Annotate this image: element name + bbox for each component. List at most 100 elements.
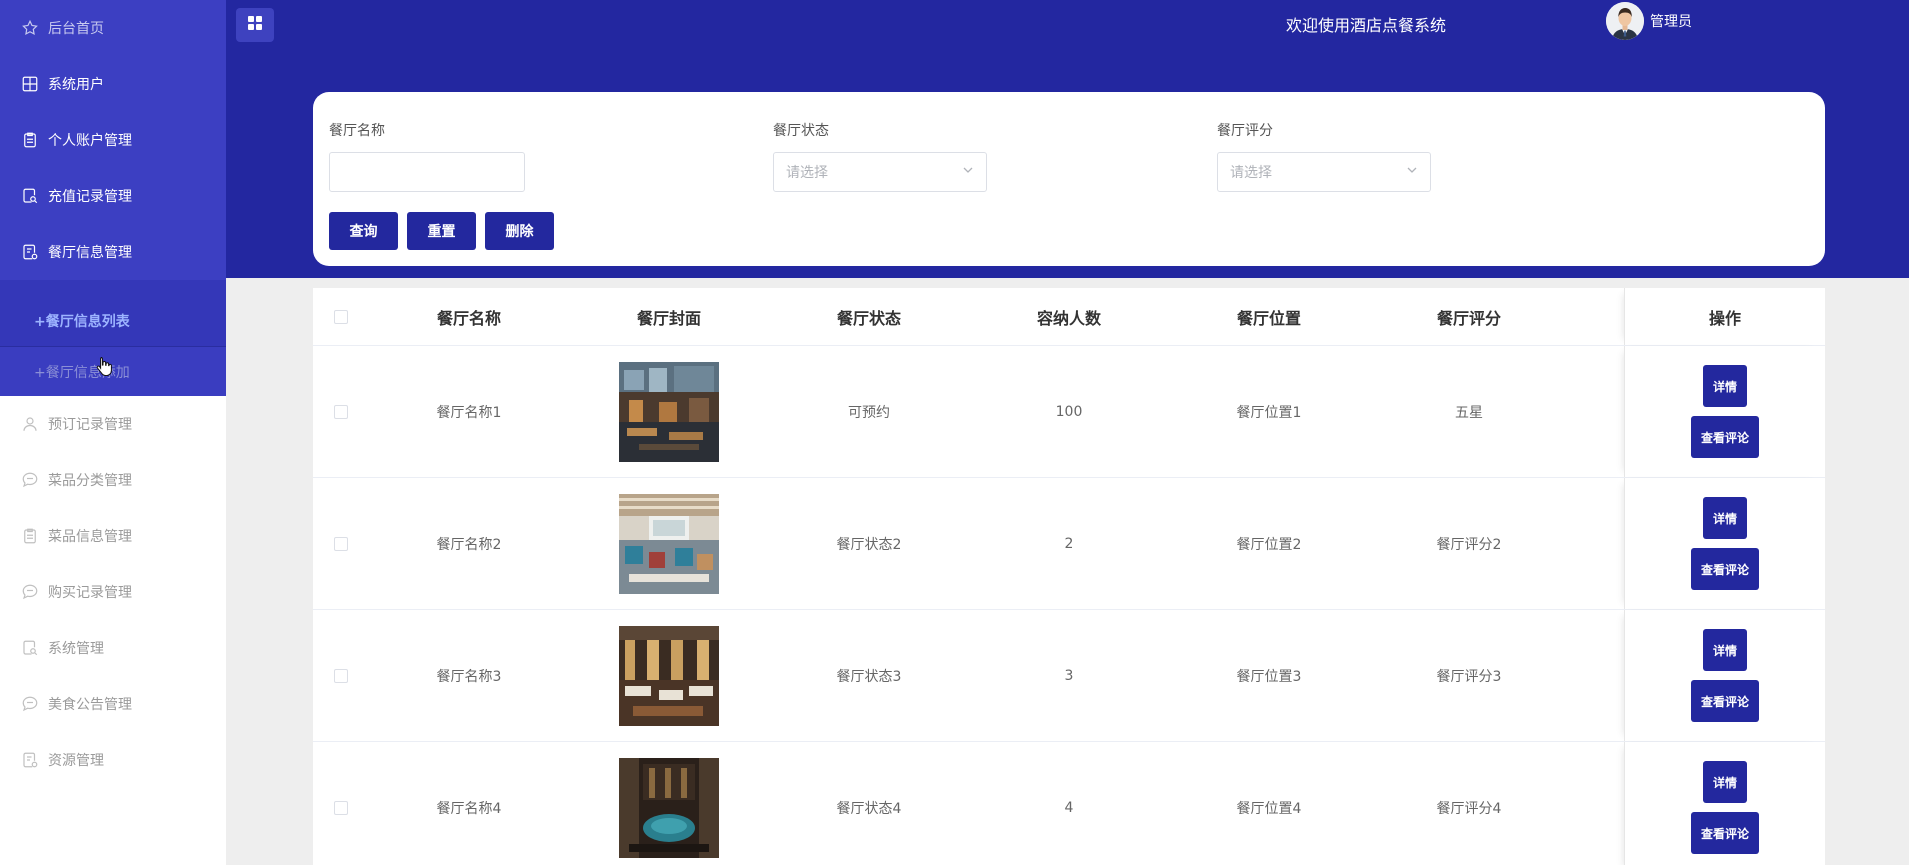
row-actions: 详情 查看评论 [1624,742,1825,865]
row-actions: 详情 查看评论 [1624,346,1825,477]
sidebar-item-restaurant[interactable]: 餐厅信息管理 [0,224,226,280]
column-header: 餐厅状态 [836,308,901,328]
restaurant-status-cell: 餐厅状态2 [836,536,902,553]
sidebar-item-resources[interactable]: 资源管理 [0,732,226,788]
column-header: 容纳人数 [1036,308,1101,328]
search-actions: 查询 重置 删除 [329,212,554,250]
avatar [1606,2,1644,40]
row-actions: 详情 查看评论 [1624,610,1825,741]
restaurant-status-cell: 餐厅状态3 [836,668,902,685]
sidebar-item-label: 菜品信息管理 [48,529,132,545]
sidebar-top-group: 后台首页 系统用户 个人账户管理 充值记录管理 餐厅信息管理 +餐厅信息列表 +… [0,0,226,396]
sidebar-item-label: 购买记录管理 [48,585,132,601]
sidebar-item-system-users[interactable]: 系统用户 [0,56,226,112]
row-actions: 详情 查看评论 [1624,478,1825,609]
select-all-cell [313,288,369,345]
sidebar-item-label: 个人账户管理 [48,133,132,149]
restaurant-location-cell: 餐厅位置3 [1236,668,1302,685]
reset-button[interactable]: 重置 [407,212,476,250]
select-all-checkbox[interactable] [334,309,348,324]
row-checkbox[interactable] [334,536,348,551]
chevron-down-icon [1406,164,1418,180]
select-placeholder: 请选择 [1230,165,1272,181]
view-comments-button[interactable]: 查看评论 [1691,812,1759,854]
sidebar-item-label: 资源管理 [48,753,104,769]
search-panel: 餐厅名称 餐厅状态 请选择 餐厅评分 请选择 查询 重置 删除 [313,92,1825,266]
field-label: 餐厅名称 [329,123,385,139]
row-checkbox[interactable] [334,668,348,683]
chat-icon [21,583,39,601]
detail-button[interactable]: 详情 [1703,365,1747,407]
restaurant-location-cell: 餐厅位置1 [1236,404,1302,421]
restaurant-cover-image[interactable] [619,361,719,462]
sidebar-item-label: 美食公告管理 [48,697,132,713]
query-button[interactable]: 查询 [329,212,398,250]
restaurant-name-cell: 餐厅名称4 [436,800,502,817]
restaurant-cover-image[interactable] [619,757,719,858]
sidebar-item-dish-info[interactable]: 菜品信息管理 [0,508,226,564]
sidebar-item-label: 系统管理 [48,641,104,657]
submenu-item-restaurant-add[interactable]: +餐厅信息添加 [0,346,226,396]
sidebar: 后台首页 系统用户 个人账户管理 充值记录管理 餐厅信息管理 +餐厅信息列表 +… [0,0,226,865]
view-comments-button[interactable]: 查看评论 [1691,680,1759,722]
doc-list-icon [21,751,39,769]
username: 管理员 [1650,14,1692,30]
table-row: 餐厅名称1 可预约 100 餐厅位置1 五星 详情 查看评论 [313,346,1825,478]
sidebar-item-label: 预订记录管理 [48,417,132,433]
sidebar-item-label: 充值记录管理 [48,189,132,205]
restaurant-name-cell: 餐厅名称1 [436,404,502,421]
view-comments-button[interactable]: 查看评论 [1691,548,1759,590]
table-row: 餐厅名称3 餐厅状态3 3 餐厅位置3 餐厅评分3 详情 查看评论 [313,610,1825,742]
restaurant-capacity-cell: 2 [1064,535,1074,552]
column-header: 操作 [1624,288,1825,345]
sidebar-item-announcement[interactable]: 美食公告管理 [0,676,226,732]
view-comments-button[interactable]: 查看评论 [1691,416,1759,458]
detail-button[interactable]: 详情 [1703,761,1747,803]
restaurant-cover-image[interactable] [619,625,719,726]
chat-icon [21,471,39,489]
rating-select[interactable]: 请选择 [1217,152,1431,192]
rating-field-group: 餐厅评分 请选择 [1217,120,1431,192]
field-label: 餐厅状态 [773,123,829,139]
sidebar-item-booking[interactable]: 预订记录管理 [0,396,226,452]
detail-button[interactable]: 详情 [1703,497,1747,539]
restaurant-rating-cell: 五星 [1455,404,1483,421]
restaurant-rating-cell: 餐厅评分2 [1436,536,1502,553]
sidebar-item-account[interactable]: 个人账户管理 [0,112,226,168]
sidebar-item-home[interactable]: 后台首页 [0,0,226,56]
doc-list-icon [21,243,39,261]
star-icon [21,19,39,37]
restaurant-location-cell: 餐厅位置2 [1236,536,1302,553]
restaurant-capacity-cell: 100 [1055,403,1083,420]
sidebar-item-system[interactable]: 系统管理 [0,620,226,676]
detail-button[interactable]: 详情 [1703,629,1747,671]
sidebar-item-label: 餐厅信息管理 [48,245,132,261]
grid-icon [21,75,39,93]
table-row: 餐厅名称2 餐厅状态2 2 餐厅位置2 餐厅评分2 详情 查看评论 [313,478,1825,610]
sidebar-item-purchase[interactable]: 购买记录管理 [0,564,226,620]
user-menu[interactable]: 管理员 [1606,2,1692,40]
hand-cursor-icon [96,356,112,380]
restaurant-capacity-cell: 3 [1064,667,1074,684]
column-header: 餐厅名称 [436,308,501,328]
sidebar-item-dish-category[interactable]: 菜品分类管理 [0,452,226,508]
status-select[interactable]: 请选择 [773,152,987,192]
clipboard-icon [21,131,39,149]
doc-search-icon [21,639,39,657]
restaurant-rating-cell: 餐厅评分4 [1436,800,1502,817]
restaurant-name-cell: 餐厅名称2 [436,536,502,553]
row-checkbox[interactable] [334,800,348,815]
restaurant-status-cell: 餐厅状态4 [836,800,902,817]
column-header: 餐厅位置 [1236,308,1301,328]
user-icon [21,415,39,433]
column-header: 餐厅封面 [636,308,701,328]
row-checkbox[interactable] [334,404,348,419]
delete-button[interactable]: 删除 [485,212,554,250]
restaurant-name-input[interactable] [329,152,525,192]
chevron-down-icon [962,164,974,180]
restaurant-capacity-cell: 4 [1064,799,1074,816]
sidebar-item-recharge[interactable]: 充值记录管理 [0,168,226,224]
sidebar-bottom-group: 预订记录管理 菜品分类管理 菜品信息管理 购买记录管理 系统管理 美食公告管理 … [0,396,226,788]
restaurant-cover-image[interactable] [619,493,719,594]
submenu-item-restaurant-list[interactable]: +餐厅信息列表 [0,296,226,346]
